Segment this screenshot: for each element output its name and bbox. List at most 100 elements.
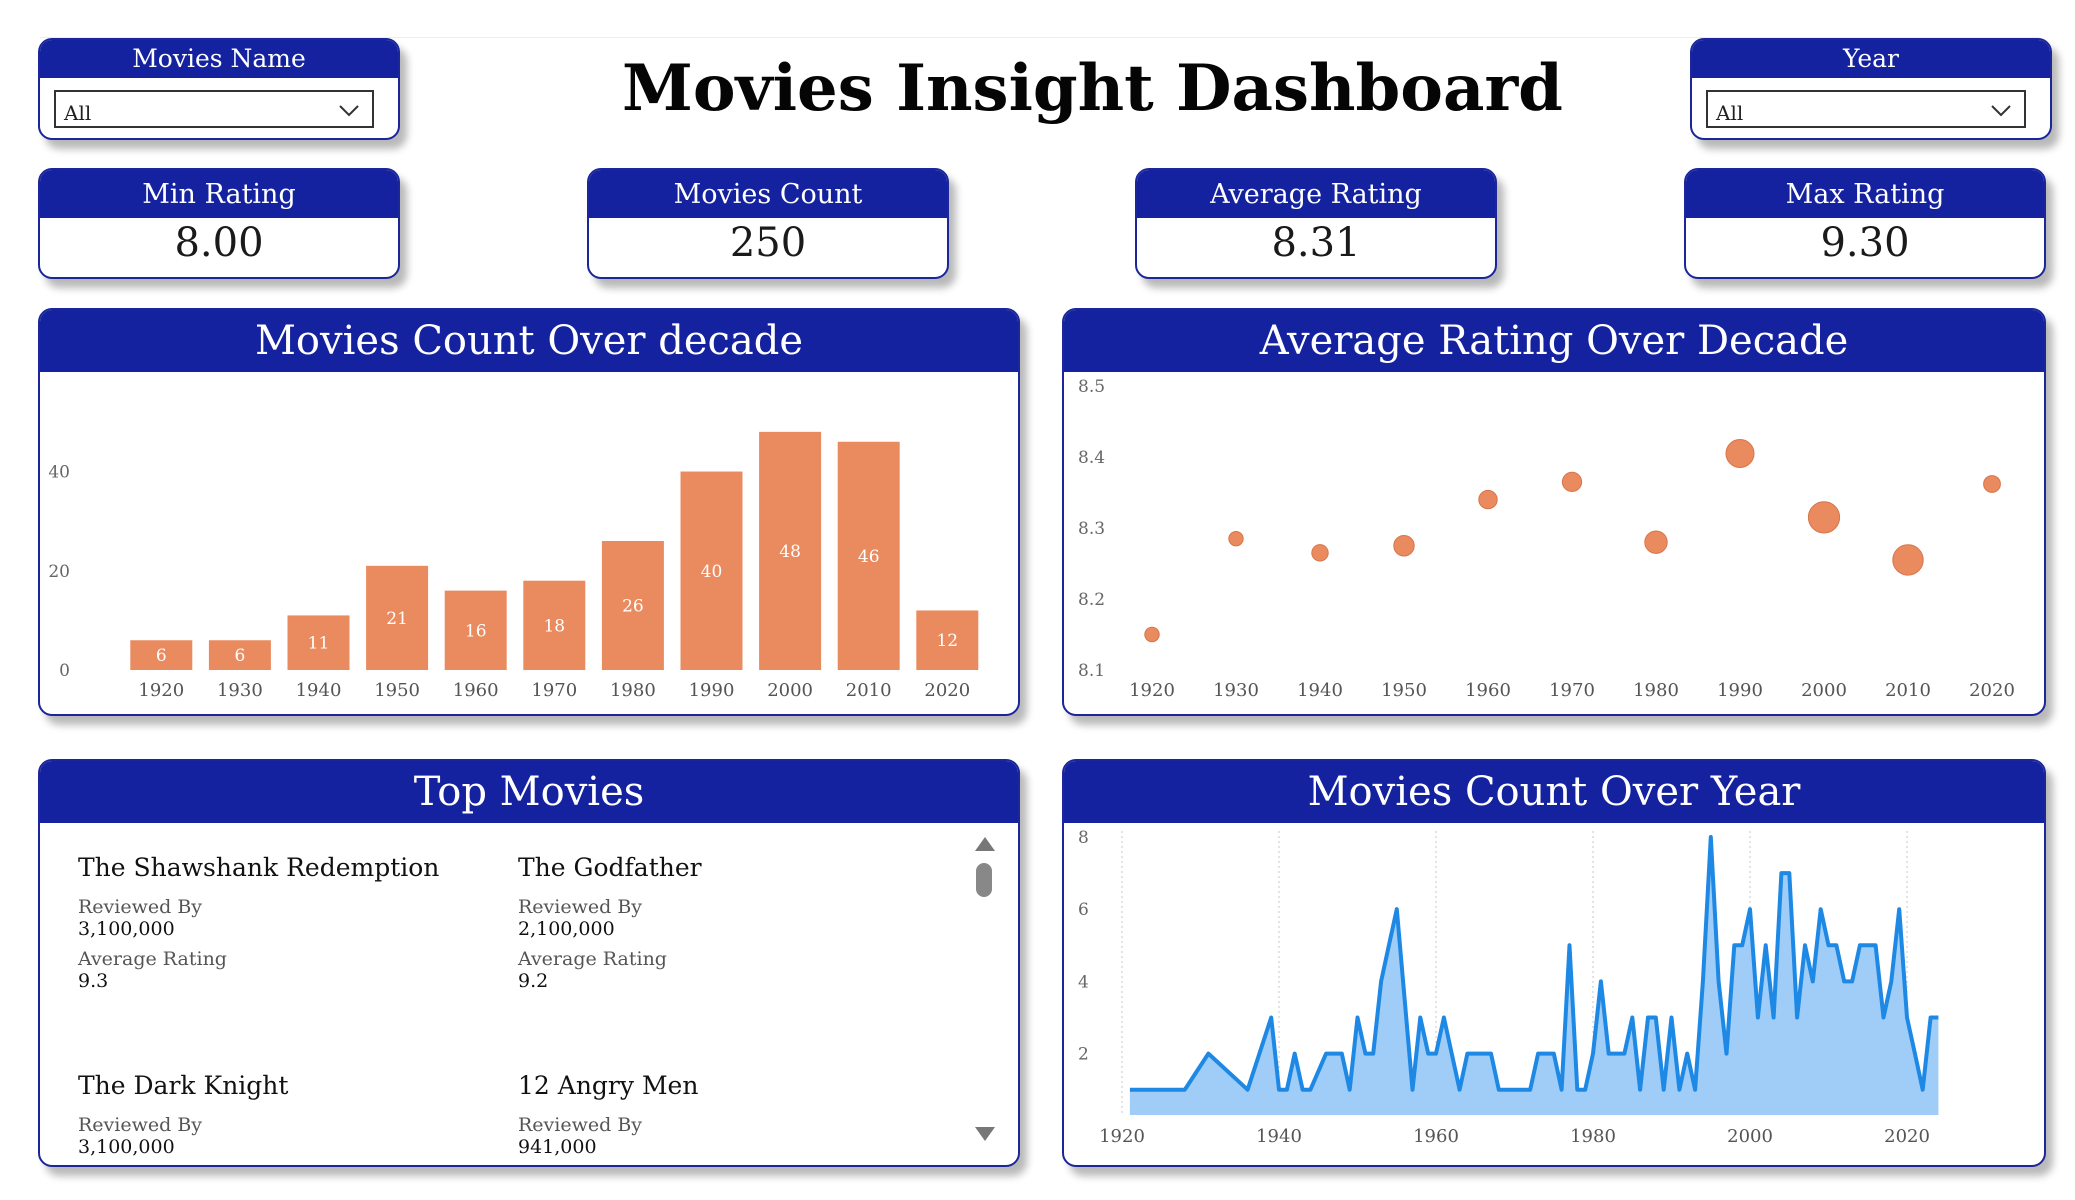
kpi-average-rating-value: 8.31 — [1271, 220, 1361, 266]
movie-card[interactable]: The Dark Knight Reviewed By 3,100,000 — [78, 1071, 498, 1158]
year-count-title: Movies Count Over Year — [1064, 761, 2044, 823]
page-title: Movies Insight Dashboard — [622, 50, 1563, 126]
x-tick-label: 1950 — [374, 680, 420, 701]
reviewed-by-label: Reviewed By — [518, 896, 643, 918]
dashboard-title: Movies Insight Dashboard — [598, 45, 1563, 131]
movie-card[interactable]: 12 Angry Men Reviewed By 941,000 — [518, 1071, 938, 1158]
x-tick-label: 1990 — [689, 680, 735, 701]
decade-rating-panel: Average Rating Over Decade 8.1 8.2 8.3 8.4 8… — [1062, 308, 2046, 716]
x-tick-label: 1980 — [1633, 680, 1679, 701]
reviewed-by-value: 3,100,000 — [78, 1136, 175, 1158]
kpi-average-rating-label: Average Rating — [1137, 170, 1495, 218]
average-rating-value: 9.2 — [518, 970, 549, 992]
x-tick-label: 1930 — [217, 680, 263, 701]
reviewed-by-label: Reviewed By — [518, 1114, 643, 1136]
bar-data-label: 12 — [936, 631, 958, 651]
reviewed-by-value: 941,000 — [518, 1136, 597, 1158]
x-tick-label: 2020 — [924, 680, 970, 701]
decade-count-panel: Movies Count Over decade 0 20 40 6 1920 6 1930… — [38, 308, 1020, 716]
x-tick-label: 1920 — [1099, 1126, 1145, 1147]
scroll-up-icon[interactable] — [970, 833, 1000, 857]
bar-data-label: 40 — [701, 562, 723, 582]
x-tick-label: 1950 — [1381, 680, 1427, 701]
average-rating-label: Average Rating — [78, 948, 227, 970]
scatter-point — [1393, 535, 1415, 557]
movies-name-dropdown-value: All — [64, 101, 92, 125]
y-tick-label: 40 — [48, 463, 70, 483]
scatter-point — [1311, 544, 1329, 562]
x-tick-label: 1980 — [1570, 1126, 1616, 1147]
kpi-min-rating-label: Min Rating — [40, 170, 398, 218]
x-tick-label: 1970 — [1549, 680, 1595, 701]
kpi-min-rating-value: 8.00 — [174, 220, 264, 266]
scatter-point — [1561, 471, 1583, 492]
x-tick-label: 1970 — [531, 680, 577, 701]
bar-data-label: 46 — [858, 547, 880, 567]
scroll-down-icon[interactable] — [970, 1121, 1000, 1145]
y-tick-label: 8.1 — [1078, 661, 1105, 681]
x-tick-label: 1960 — [1413, 1126, 1459, 1147]
reviewed-by-value: 2,100,000 — [518, 918, 615, 940]
kpi-max-rating-label: Max Rating — [1686, 170, 2044, 218]
bar-data-label: 11 — [308, 634, 330, 654]
chevron-down-icon — [339, 105, 359, 117]
year-dropdown[interactable]: All — [1706, 90, 2026, 128]
bar-data-label: 21 — [386, 609, 408, 629]
x-tick-label: 1990 — [1717, 680, 1763, 701]
y-tick-label: 20 — [48, 562, 70, 582]
bar-data-label: 18 — [543, 616, 565, 636]
movies-name-slicer: Movies Name All — [38, 38, 400, 140]
movie-title: The Godfather — [518, 853, 702, 882]
x-tick-label: 1940 — [1256, 1126, 1302, 1147]
reviewed-by-value: 3,100,000 — [78, 918, 175, 940]
decade-count-chart: 0 20 40 6 1920 6 1930 11 1940 21 1950 16 1960 18 1970 2… — [48, 431, 979, 701]
decade-count-title: Movies Count Over decade — [40, 310, 1018, 372]
x-tick-label: 1920 — [138, 680, 184, 701]
x-tick-label: 2010 — [1885, 680, 1931, 701]
y-tick-label: 8.4 — [1078, 448, 1105, 468]
y-tick-label: 4 — [1078, 972, 1089, 992]
x-tick-label: 2000 — [767, 680, 813, 701]
kpi-max-rating: Max Rating 9.30 — [1684, 168, 2046, 279]
y-tick-label: 8.5 — [1078, 377, 1105, 397]
reviewed-by-label: Reviewed By — [78, 896, 203, 918]
y-tick-label: 2 — [1078, 1045, 1089, 1065]
bar-data-label: 26 — [622, 597, 644, 617]
scrollbar-thumb[interactable] — [976, 863, 992, 897]
movie-card[interactable]: The Shawshank Redemption Reviewed By 3,100… — [78, 853, 498, 992]
x-tick-label: 1940 — [1297, 680, 1343, 701]
x-tick-label: 2020 — [1969, 680, 2015, 701]
movies-name-slicer-label: Movies Name — [40, 40, 398, 78]
x-tick-label: 1960 — [453, 680, 499, 701]
average-rating-value: 9.3 — [78, 970, 109, 992]
movie-card[interactable]: The Godfather Reviewed By 2,100,000 Average… — [518, 853, 938, 992]
movie-title: 12 Angry Men — [518, 1071, 699, 1100]
top-movies-panel: Top Movies The Shawshank Redemption Revie… — [38, 759, 1020, 1167]
bar-data-label: 16 — [465, 621, 487, 641]
x-tick-label: 1960 — [1465, 680, 1511, 701]
y-tick-label: 8 — [1078, 828, 1089, 848]
bar-data-label: 48 — [779, 542, 801, 562]
kpi-movies-count-value: 250 — [729, 220, 807, 266]
scatter-point — [1644, 530, 1668, 554]
x-tick-label: 2010 — [846, 680, 892, 701]
movies-name-dropdown[interactable]: All — [54, 90, 374, 128]
decade-rating-title: Average Rating Over Decade — [1064, 310, 2044, 372]
scatter-point — [1983, 475, 2001, 493]
y-tick-label: 0 — [59, 661, 70, 681]
scatter-point — [1478, 489, 1498, 510]
year-slicer-label: Year — [1692, 40, 2050, 78]
top-movies-scrollbar[interactable] — [970, 827, 1000, 1147]
year-count-chart: 1920 1940 1960 1980 2000 2020 2 4 6 8 — [1078, 828, 1939, 1147]
bar-data-label: 6 — [234, 646, 245, 666]
reviewed-by-label: Reviewed By — [78, 1114, 203, 1136]
scatter-point — [1228, 530, 1244, 547]
year-dropdown-value: All — [1716, 101, 1744, 125]
x-tick-label: 1980 — [610, 680, 656, 701]
kpi-max-rating-value: 9.30 — [1820, 220, 1910, 266]
year-count-panel: Movies Count Over Year 1920 1940 1960 1980 2… — [1062, 759, 2046, 1167]
x-tick-label: 2000 — [1801, 680, 1847, 701]
bar-data-label: 6 — [156, 646, 167, 666]
decade-rating-chart: 8.1 8.2 8.3 8.4 8.5 1920 1930 1940 1950 1960 1970 1… — [1078, 377, 2015, 701]
x-tick-label: 2000 — [1727, 1126, 1773, 1147]
